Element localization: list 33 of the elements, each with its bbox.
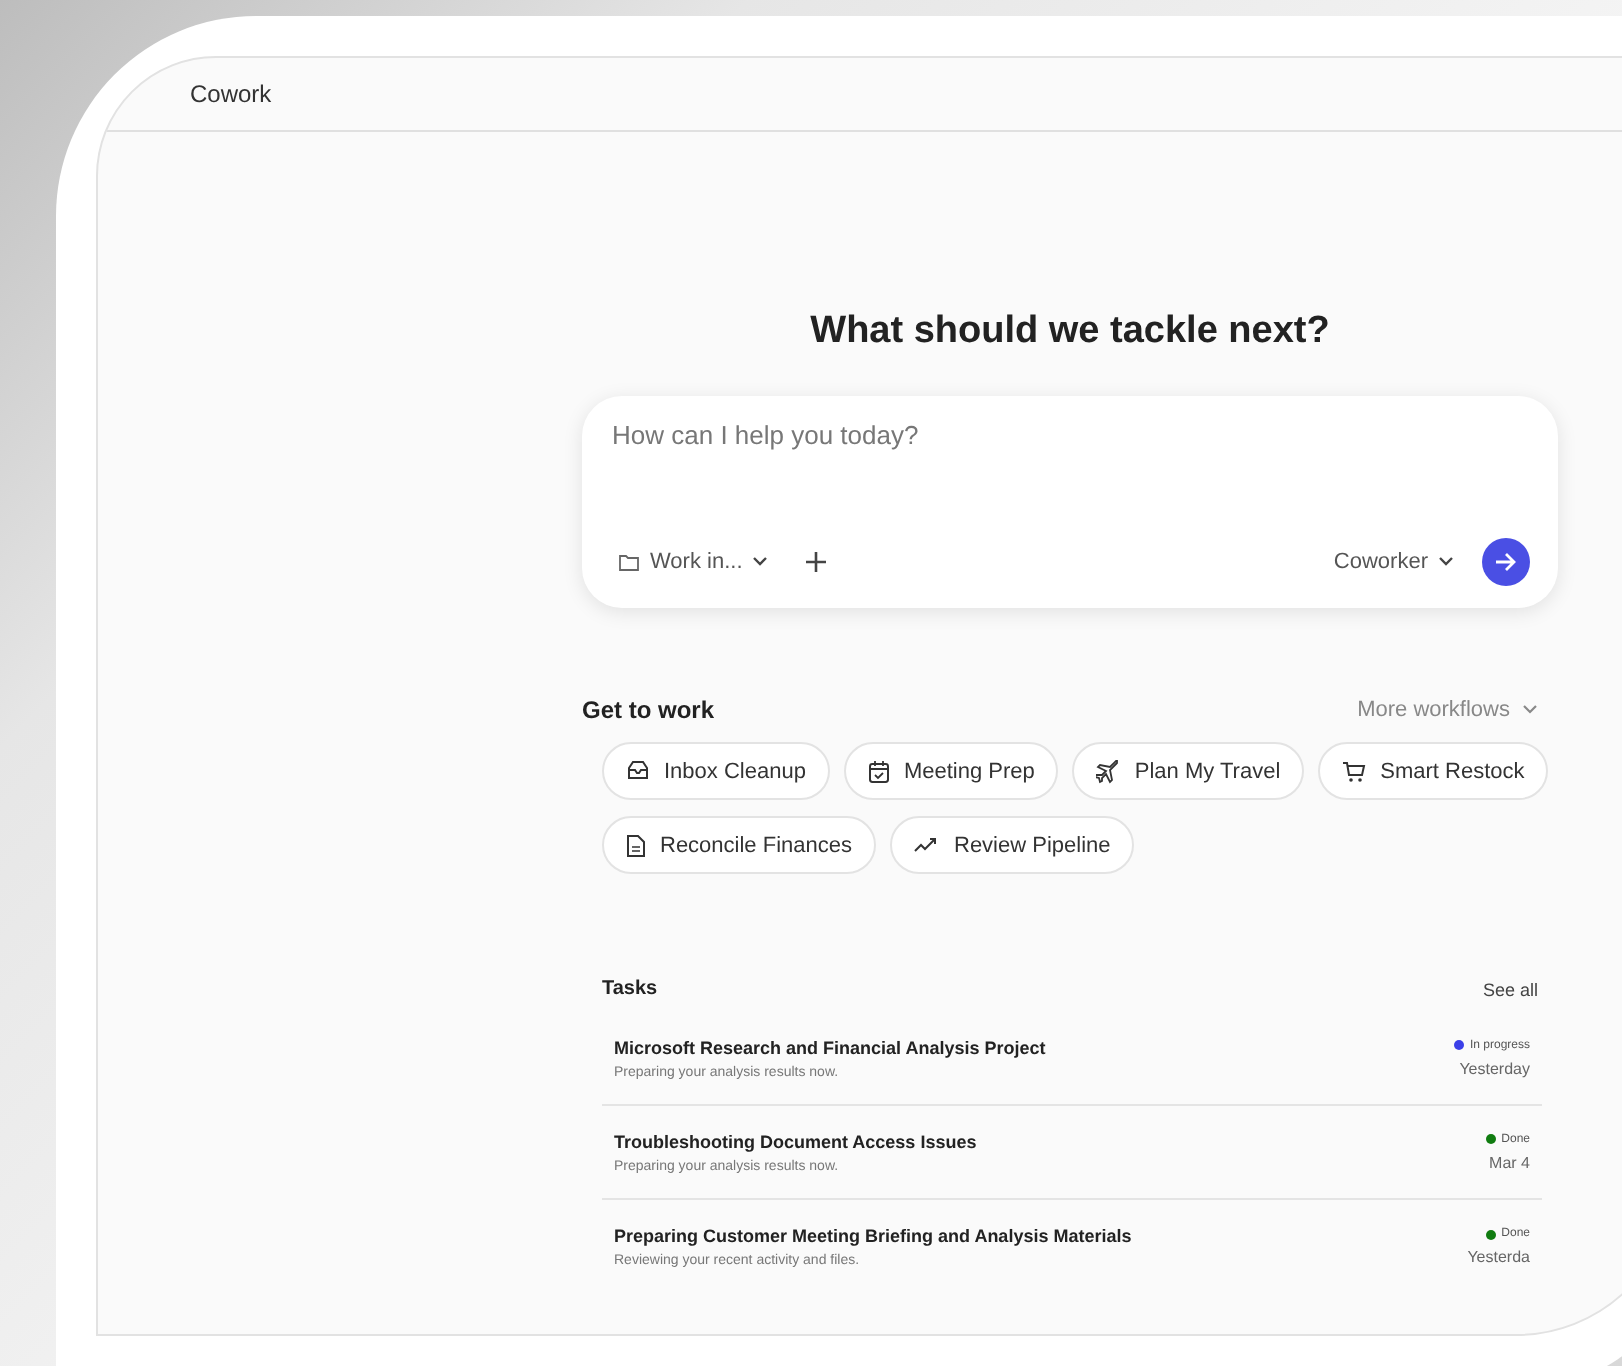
- section-title: Tasks: [602, 978, 658, 1000]
- plus-icon[interactable]: [804, 550, 829, 574]
- workflow-chip[interactable]: Meeting Prep: [843, 742, 1059, 800]
- folder-icon: [618, 552, 640, 572]
- folder-dropdown[interactable]: Work in...: [610, 550, 777, 574]
- task-title: Troubleshooting Document Access Issues: [614, 1131, 977, 1151]
- workflow-chip[interactable]: Inbox Cleanup: [602, 742, 830, 800]
- task-date: Mar 4: [1489, 1153, 1530, 1171]
- cart-icon: [1342, 759, 1367, 783]
- airplane-icon: [1096, 759, 1121, 783]
- heading: What should we tackle next?: [808, 308, 1332, 356]
- send-button[interactable]: [1482, 538, 1530, 586]
- mode-dropdown[interactable]: Coworker: [1325, 550, 1462, 574]
- calendar-icon: [867, 759, 890, 783]
- arrow-right-icon: [1494, 550, 1518, 574]
- document-icon: [626, 833, 646, 857]
- chevron-down-icon: [1522, 704, 1538, 716]
- see-all-link[interactable]: See all: [1482, 979, 1538, 999]
- trend-up-icon: [914, 836, 940, 854]
- window-title: Cowork: [190, 80, 272, 108]
- workflow-chip[interactable]: Plan My Travel: [1072, 742, 1305, 800]
- workflow-chip[interactable]: Smart Restock: [1318, 742, 1549, 800]
- task-date: Yesterday: [1459, 1059, 1530, 1077]
- section-title: Get to work: [582, 696, 715, 724]
- task-title: Microsoft Research and Financial Analysis Project: [614, 1037, 1046, 1057]
- task-title: Preparing Customer Meeting Briefing and Analysis Materials: [614, 1226, 1132, 1246]
- task-date: Yesterda: [1467, 1248, 1530, 1266]
- chevron-down-icon: [1438, 556, 1454, 568]
- chevron-down-icon: [752, 556, 769, 568]
- prompt-field[interactable]: How can I help you today? Work in... Coworker: [582, 396, 1558, 608]
- inbox-icon: [626, 760, 650, 782]
- workflow-chip[interactable]: Reconcile Finances: [602, 816, 876, 874]
- workflow-chip[interactable]: Review Pipeline: [890, 816, 1135, 874]
